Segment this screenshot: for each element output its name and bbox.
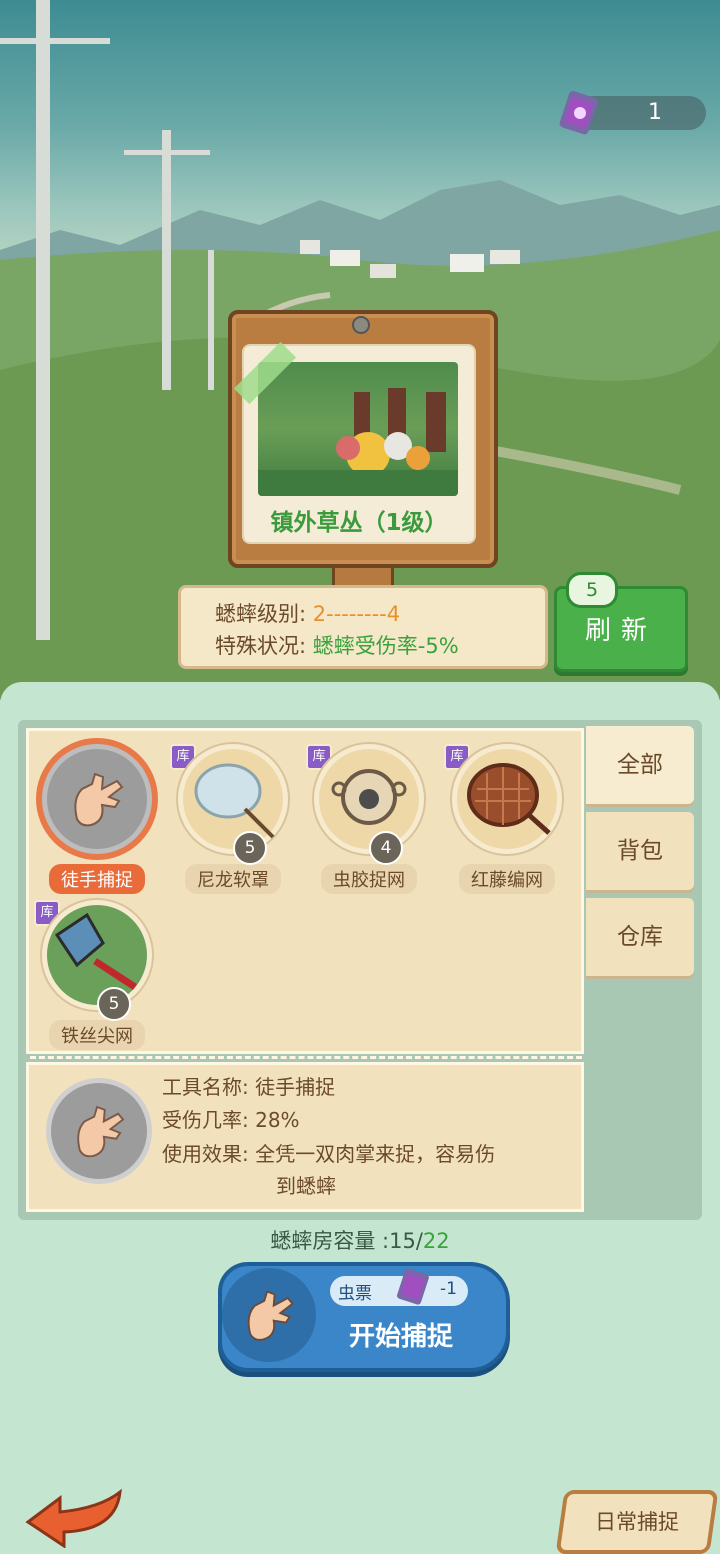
bug-ticket-icon xyxy=(559,90,598,135)
level-value: 2--------4 xyxy=(312,602,401,626)
tool-label: 虫胶捉网 xyxy=(321,864,417,894)
tool-icon-frame: 5 xyxy=(42,900,152,1021)
tool-count-badge: 4 xyxy=(369,831,403,865)
back-arrow-icon[interactable] xyxy=(20,1478,130,1548)
tool-label: 红藤编网 xyxy=(459,864,555,894)
divider xyxy=(30,1056,582,1059)
power-pole xyxy=(208,250,214,390)
tool-label: 尼龙软罩 xyxy=(185,864,281,894)
tool-item-wire[interactable]: 库 5 铁丝尖网 xyxy=(32,900,162,1050)
rattan-net-icon xyxy=(467,763,551,835)
ticket-cost-value: -1 xyxy=(440,1279,457,1299)
tool-icon-frame xyxy=(452,744,562,854)
tool-icon-frame: 4 xyxy=(314,744,424,865)
power-pole xyxy=(36,0,50,640)
status-row: 特殊状况: 蟋蟀受伤率-5% xyxy=(215,630,459,660)
status-value: 蟋蟀受伤率-5% xyxy=(312,634,459,658)
tab-warehouse[interactable]: 仓库 xyxy=(586,898,694,976)
effect-text-1: 全凭一双肉掌来捉，容易伤 xyxy=(255,1142,496,1166)
tool-name-label: 工具名称: xyxy=(162,1075,249,1099)
wire-net-icon xyxy=(54,912,137,990)
daily-capture-label: 日常捕捉 xyxy=(595,1510,679,1534)
capacity-separator: / xyxy=(415,1229,423,1253)
nylon-net-icon xyxy=(194,763,275,839)
refresh-count-badge: 5 xyxy=(566,572,618,608)
pole-crossbar xyxy=(0,38,110,44)
tool-item-rattan[interactable]: 库 红藤编网 xyxy=(442,744,572,894)
capacity-current: 15 xyxy=(389,1229,416,1253)
location-title: 镇外草丛（1级） xyxy=(270,510,448,536)
daily-capture-button[interactable]: 日常捕捉 xyxy=(555,1490,719,1554)
power-pole xyxy=(162,130,171,390)
capacity-label: 蟋蟀房容量 : xyxy=(270,1229,390,1253)
selected-tool-icon xyxy=(46,1078,152,1184)
ticket-cost-label: 虫票 xyxy=(338,1284,372,1304)
injury-rate-row: 受伤几率: 28% xyxy=(162,1104,300,1133)
cricket-room-capacity: 蟋蟀房容量 :15/22 xyxy=(0,1225,720,1255)
capacity-max: 22 xyxy=(422,1229,450,1253)
level-row: 蟋蟀级别: 2--------4 xyxy=(215,598,400,628)
effect-label: 使用效果: xyxy=(162,1142,249,1166)
pole-crossbar xyxy=(124,150,210,155)
grass-field-icon xyxy=(258,388,458,496)
tool-item-nylon[interactable]: 库 5 尼龙软罩 xyxy=(168,744,298,894)
tool-count-badge: 5 xyxy=(97,987,131,1021)
tool-label: 铁丝尖网 xyxy=(49,1020,145,1050)
start-capture-label: 开始捕捉 xyxy=(348,1322,453,1352)
effect-row: 使用效果: 全凭一双肉掌来捉，容易伤 xyxy=(162,1138,495,1167)
hand-icon xyxy=(77,1105,125,1158)
tool-name-row: 工具名称: 徒手捕捉 xyxy=(162,1071,335,1100)
tool-icon-frame: 5 xyxy=(178,744,288,865)
injury-rate-label: 受伤几率: xyxy=(162,1108,249,1132)
nail-icon xyxy=(352,316,370,334)
hand-icon xyxy=(74,772,124,827)
tool-count-badge: 5 xyxy=(233,831,267,865)
ticket-count: 1 xyxy=(648,100,662,125)
start-hand-frame xyxy=(222,1268,316,1362)
level-label: 蟋蟀级别: xyxy=(215,602,307,626)
hand-icon xyxy=(247,1290,294,1341)
tab-all[interactable]: 全部 xyxy=(586,726,694,804)
tool-label: 徒手捕捉 xyxy=(49,864,145,894)
cricket-info-box: 蟋蟀级别: 2--------4 特殊状况: 蟋蟀受伤率-5% xyxy=(178,585,548,669)
location-picture xyxy=(258,362,458,496)
effect-text-2: 到蟋蟀 xyxy=(276,1174,336,1198)
injury-rate-value: 28% xyxy=(255,1108,300,1132)
tab-backpack[interactable]: 背包 xyxy=(586,812,694,890)
bug-ticket-icon xyxy=(397,1268,429,1305)
tool-item-shellac[interactable]: 库 4 虫胶捉网 xyxy=(304,744,434,894)
tool-item-hand[interactable]: 徒手捕捉 xyxy=(32,744,162,894)
tool-name-value: 徒手捕捉 xyxy=(255,1075,336,1099)
tool-icon-frame xyxy=(42,744,152,854)
status-label: 特殊状况: xyxy=(215,634,307,658)
shellac-net-icon xyxy=(331,769,407,825)
